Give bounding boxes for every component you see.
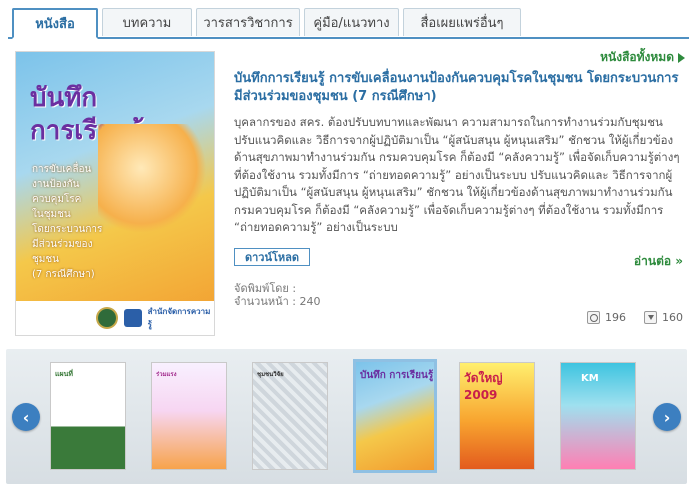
all-books-label: หนังสือทั้งหมด xyxy=(600,50,674,64)
cover-publisher: สำนักจัดการความรู้ xyxy=(147,307,211,329)
tab-articles[interactable]: บทความ xyxy=(102,8,192,36)
cover-footer: สำนักจัดการความรู้ xyxy=(16,301,214,335)
download-count-value: 160 xyxy=(662,311,683,324)
thumb-label: บันทึก การเรียนรู้ xyxy=(360,370,434,381)
all-books-link[interactable]: หนังสือทั้งหมด xyxy=(600,48,685,67)
cover-sub-line: ควบคุมโรค xyxy=(32,194,82,205)
thumb-label: ชุมชนวิจัย xyxy=(257,371,284,378)
cover-sub-line: โดยกระบวนการ xyxy=(32,224,103,235)
cover-sub-line: ในชุมชน xyxy=(32,209,71,220)
carousel-thumb[interactable]: แผนที่ xyxy=(50,362,126,470)
cover-sub-line: มีส่วนร่วมของ xyxy=(32,239,93,250)
tab-manuals[interactable]: คู่มือ/แนวทาง xyxy=(304,8,399,36)
cover-sub-line: การขับเคลื่อน xyxy=(32,164,92,175)
book-carousel: ‹ แผนที่ ร่วมแรง ชุมชนวิจัย บันทึก การเร… xyxy=(6,349,687,484)
view-count: 196 xyxy=(587,311,626,324)
carousel-next-button[interactable]: › xyxy=(653,403,681,431)
book-title-link[interactable]: บันทึกการเรียนรู้ การขับเคลื่อนงานป้องกั… xyxy=(234,70,686,106)
thumb-label: KM xyxy=(581,373,599,384)
carousel-prev-button[interactable]: ‹ xyxy=(12,403,40,431)
tab-bar: หนังสือ บทความ วารสารวิชาการ คู่มือ/แนวท… xyxy=(12,8,525,39)
download-button[interactable]: ดาวน์โหลด xyxy=(234,248,310,266)
thumb-label: แผนที่ xyxy=(55,370,74,378)
km-logo-icon xyxy=(123,309,142,327)
download-icon xyxy=(644,311,657,324)
tab-underline xyxy=(8,37,689,39)
view-icon xyxy=(587,311,600,324)
thumb-label: ร่วมแรง xyxy=(156,371,177,378)
view-count-value: 196 xyxy=(605,311,626,324)
arrow-right-icon xyxy=(678,52,685,63)
book-description: บุคลากรของ สคร. ต้องปรับบทบาทและพัฒนา คว… xyxy=(234,115,680,234)
read-more-link[interactable]: อ่านต่อ » xyxy=(634,252,683,271)
cover-subtitle: การขับเคลื่อน งานป้องกัน ควบคุมโรค ในชุม… xyxy=(32,162,102,282)
tab-books[interactable]: หนังสือ xyxy=(12,8,98,39)
book-cover[interactable]: บันทึก การเรียนรู้.. การขับเคลื่อน งานป้… xyxy=(15,51,215,336)
book-stats: 196 160 xyxy=(587,311,683,324)
carousel-thumb[interactable]: KM xyxy=(560,362,636,470)
cover-sub-line: ชุมชน xyxy=(32,254,60,265)
tab-journals[interactable]: วารสารวิชาการ xyxy=(196,8,300,36)
cover-illustration xyxy=(98,124,206,234)
ministry-seal-icon xyxy=(96,307,118,329)
carousel-thumb-selected[interactable]: บันทึก การเรียนรู้ xyxy=(353,359,437,473)
carousel-thumb[interactable]: ชุมชนวิจัย xyxy=(252,362,328,470)
pages-label: จำนวนหน้า : 240 xyxy=(234,295,321,308)
cover-title-line1: บันทึก xyxy=(30,83,98,113)
cover-sub-line: งานป้องกัน xyxy=(32,179,80,190)
tab-other-media[interactable]: สื่อเผยแพร่อื่นๆ xyxy=(403,8,521,36)
carousel-thumb[interactable]: วัดใหญ่ 2009 xyxy=(459,362,535,470)
thumb-label: วัดใหญ่ 2009 xyxy=(464,371,503,402)
download-count: 160 xyxy=(644,311,683,324)
cover-sub-line: (7 กรณีศึกษา) xyxy=(32,269,95,280)
carousel-thumb[interactable]: ร่วมแรง xyxy=(151,362,227,470)
